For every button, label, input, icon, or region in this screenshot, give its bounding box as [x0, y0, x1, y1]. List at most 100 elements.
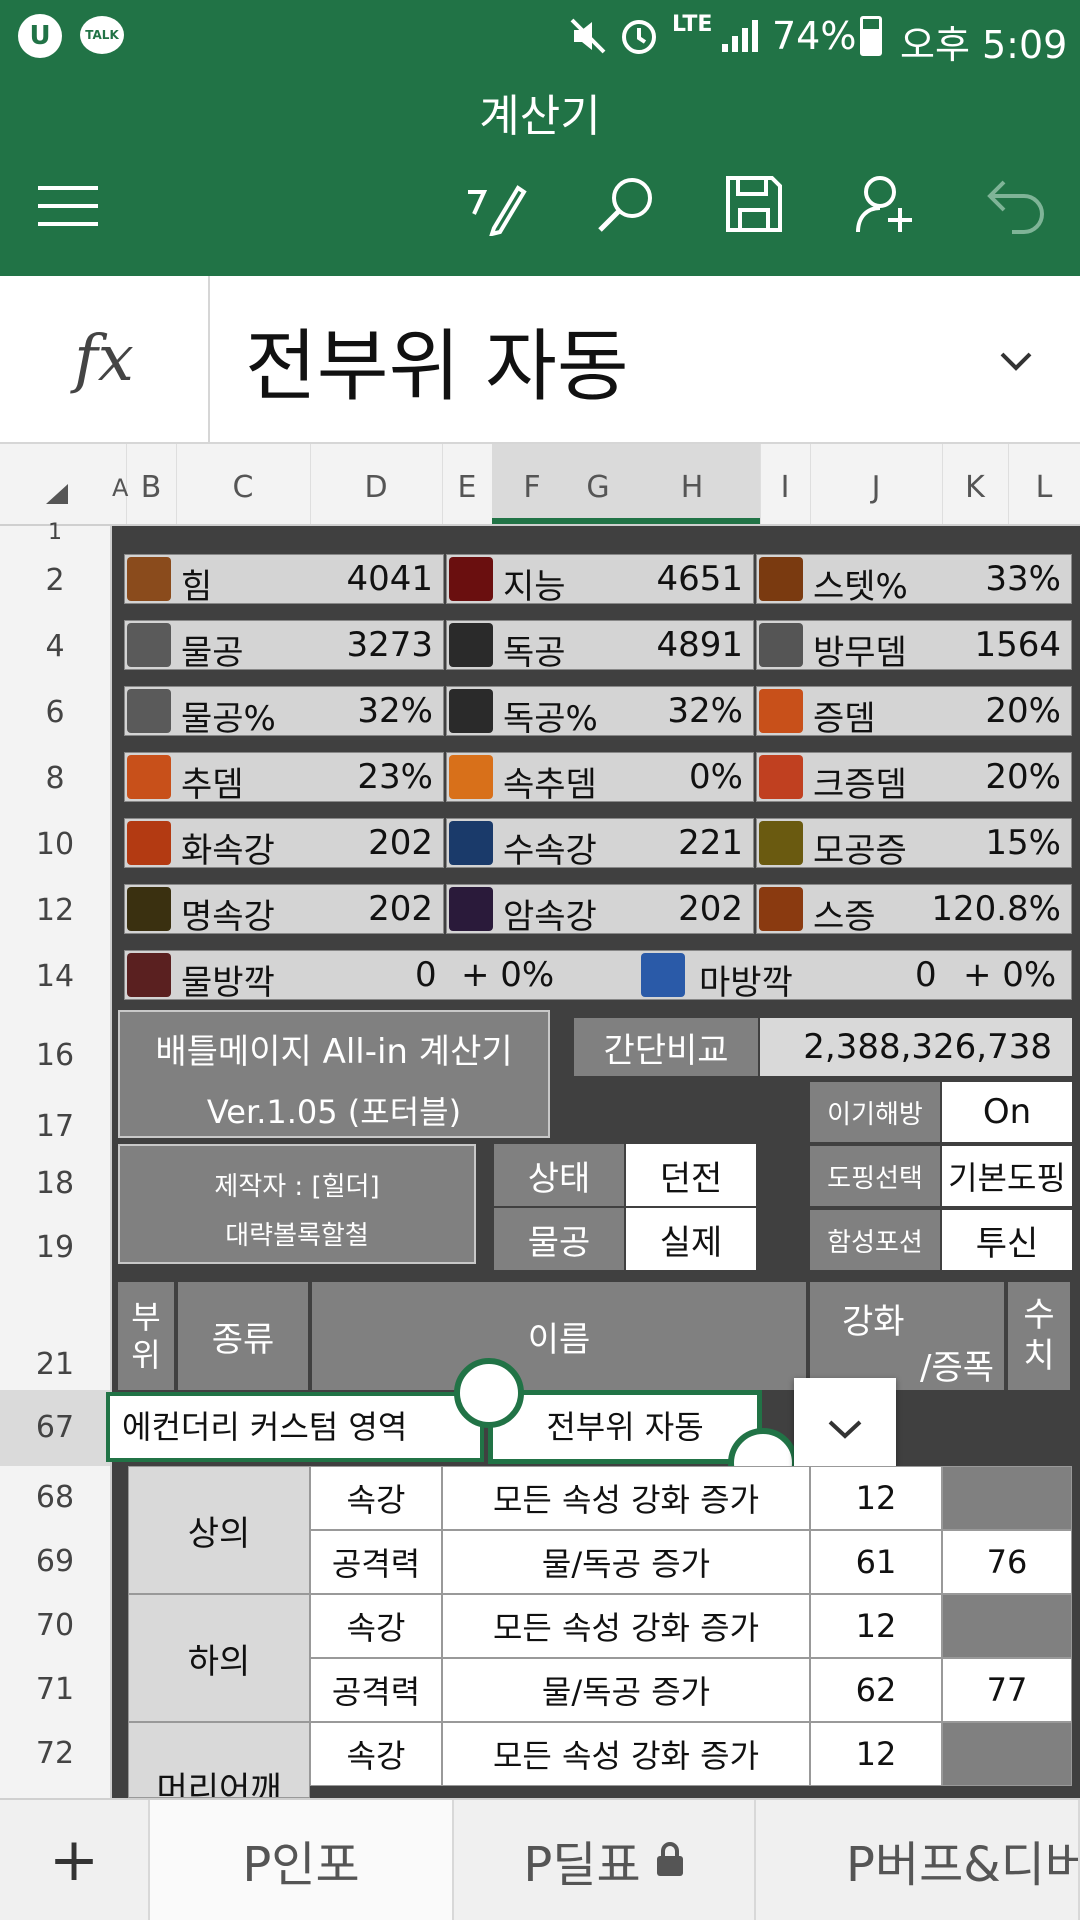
row-header[interactable]: 8 [0, 746, 112, 812]
column-l[interactable]: L [1008, 444, 1080, 524]
stat-phys-atk-percent[interactable]: 물공% 32% [124, 686, 444, 739]
table-cell-value[interactable]: 12 [810, 1722, 942, 1786]
stat-crit-dmg[interactable]: 크증뎀 20% [756, 752, 1072, 805]
column-g[interactable]: G [572, 444, 625, 524]
stat-phys-atk[interactable]: 물공 3273 [124, 620, 444, 673]
row-header[interactable]: 21 [0, 1280, 112, 1390]
app-title: 계산기 [479, 91, 601, 142]
row-header[interactable]: 12 [0, 878, 112, 944]
option-value-awakening[interactable]: On [942, 1082, 1072, 1142]
fire-sword-icon [759, 689, 803, 733]
stat-stat-percent[interactable]: 스텟% 33% [756, 554, 1072, 607]
dropdown-button[interactable] [794, 1378, 896, 1480]
part-bottom: 하의 [128, 1594, 310, 1722]
battery-percent: 74% [772, 14, 857, 58]
undo-icon[interactable] [984, 172, 1048, 236]
table-cell-value2[interactable]: 77 [942, 1658, 1072, 1722]
chevron-down-icon[interactable] [996, 346, 1036, 376]
table-cell-name: 모든 속성 강화 증가 [442, 1466, 810, 1530]
column-b[interactable]: B [126, 444, 177, 524]
table-cell-kind: 속강 [310, 1466, 442, 1530]
stat-dark-elem[interactable]: 암속강 202 [446, 884, 754, 937]
tab-p-buff-debuff[interactable]: P버프&디버 [756, 1800, 1080, 1920]
state-value[interactable]: 던전 [626, 1144, 756, 1206]
stat-indep-atk[interactable]: 독공 4891 [446, 620, 754, 673]
stat-water-elem[interactable]: 수속강 221 [446, 818, 754, 871]
stat-light-elem[interactable]: 명속강 202 [124, 884, 444, 937]
row-header[interactable]: 16 [0, 1010, 112, 1102]
header-number: 수치 [1008, 1282, 1072, 1390]
crossed-swords-up-icon [127, 689, 171, 733]
strength-icon [127, 557, 171, 601]
row-header[interactable]: 6 [0, 680, 112, 746]
table-cell-value[interactable]: 12 [810, 1594, 942, 1658]
tab-p-info[interactable]: P인포 [150, 1800, 454, 1920]
column-a[interactable]: A [112, 444, 128, 524]
row-header[interactable]: 72 [0, 1722, 112, 1798]
stat-dmg-increase[interactable]: 증뎀 20% [756, 686, 1072, 739]
fx-label[interactable]: fx [0, 276, 210, 442]
row-header[interactable]: 70 [0, 1594, 112, 1658]
row-header[interactable]: 71 [0, 1658, 112, 1722]
phys-mode-value[interactable]: 실제 [626, 1208, 756, 1270]
row-header[interactable]: 2 [0, 548, 112, 614]
table-cell-value[interactable]: 62 [810, 1658, 942, 1722]
stat-elem-add-dmg[interactable]: 속추뎀 0% [446, 752, 754, 805]
stat-intelligence[interactable]: 지능 4651 [446, 554, 754, 607]
row-header[interactable]: 68 [0, 1466, 112, 1530]
table-cell-name: 모든 속성 강화 증가 [442, 1722, 810, 1786]
column-f[interactable]: F [492, 444, 573, 524]
row-header[interactable]: 17 [0, 1102, 112, 1152]
stat-fire-elem[interactable]: 화속강 202 [124, 818, 444, 871]
table-cell-value2[interactable]: 76 [942, 1530, 1072, 1594]
column-h[interactable]: H [624, 444, 761, 524]
stat-def-ignore[interactable]: 방무뎀 1564 [756, 620, 1072, 673]
search-icon[interactable] [594, 172, 658, 236]
phys-def-reduction[interactable]: 물방깍 0 + 0% 마방깍 0 + 0% [124, 950, 1072, 1003]
row-header[interactable]: 1 [0, 522, 112, 548]
select-all-corner[interactable] [0, 444, 112, 524]
row-header[interactable]: 14 [0, 944, 112, 1010]
row-header[interactable]: 18 [0, 1152, 112, 1216]
light-burst-icon [127, 887, 171, 931]
share-person-icon[interactable] [854, 172, 918, 236]
row-header[interactable]: 10 [0, 812, 112, 878]
row-header[interactable]: 19 [0, 1216, 112, 1280]
sparkle-sword-up-icon [449, 689, 493, 733]
table-cell-value[interactable]: 61 [810, 1530, 942, 1594]
option-value-doping[interactable]: 기본도핑 [942, 1146, 1072, 1206]
row-header[interactable]: 4 [0, 614, 112, 680]
stat-skill-increase[interactable]: 스증 120.8% [756, 884, 1072, 937]
column-j[interactable]: J [810, 444, 943, 524]
add-sheet-button[interactable]: + [0, 1800, 150, 1920]
row-header[interactable]: 67 [0, 1390, 112, 1466]
column-i[interactable]: I [760, 444, 811, 524]
app-bar: 계산기 [0, 72, 1080, 276]
table-cell-name: 물/독공 증가 [442, 1658, 810, 1722]
table-cell-empty [942, 1594, 1072, 1658]
calculator-title-box: 배틀메이지 All-in 계산기 Ver.1.05 (포터블) [118, 1010, 550, 1138]
column-k[interactable]: K [942, 444, 1009, 524]
stat-all-atk-increase[interactable]: 모공증 15% [756, 818, 1072, 871]
hamburger-menu-icon[interactable] [36, 182, 100, 230]
option-value-potion[interactable]: 투신 [942, 1210, 1072, 1270]
tab-p-deal-table[interactable]: P딜표 [454, 1800, 756, 1920]
table-cell-empty [942, 1466, 1072, 1530]
formula-input[interactable]: 전부위 자동 [245, 304, 629, 416]
stat-indep-atk-percent[interactable]: 독공% 32% [446, 686, 754, 739]
table-cell-value[interactable]: 12 [810, 1466, 942, 1530]
column-e[interactable]: E [442, 444, 493, 524]
state-label: 상태 [494, 1144, 624, 1206]
table-cell-kind: 속강 [310, 1722, 442, 1786]
column-c[interactable]: C [176, 444, 311, 524]
draw-pen-icon[interactable] [464, 172, 528, 237]
column-d[interactable]: D [310, 444, 443, 524]
kakaotalk-icon: TALK [80, 16, 124, 54]
selection-handle-top[interactable] [454, 1358, 524, 1428]
row-header[interactable]: 69 [0, 1530, 112, 1594]
save-icon[interactable] [722, 172, 786, 236]
stat-add-dmg[interactable]: 추뎀 23% [124, 752, 444, 805]
stat-strength[interactable]: 힘 4041 [124, 554, 444, 607]
selected-cell-dropdown[interactable]: 전부위 자동 [488, 1390, 762, 1464]
clock: 오후 5:09 [900, 23, 1068, 67]
